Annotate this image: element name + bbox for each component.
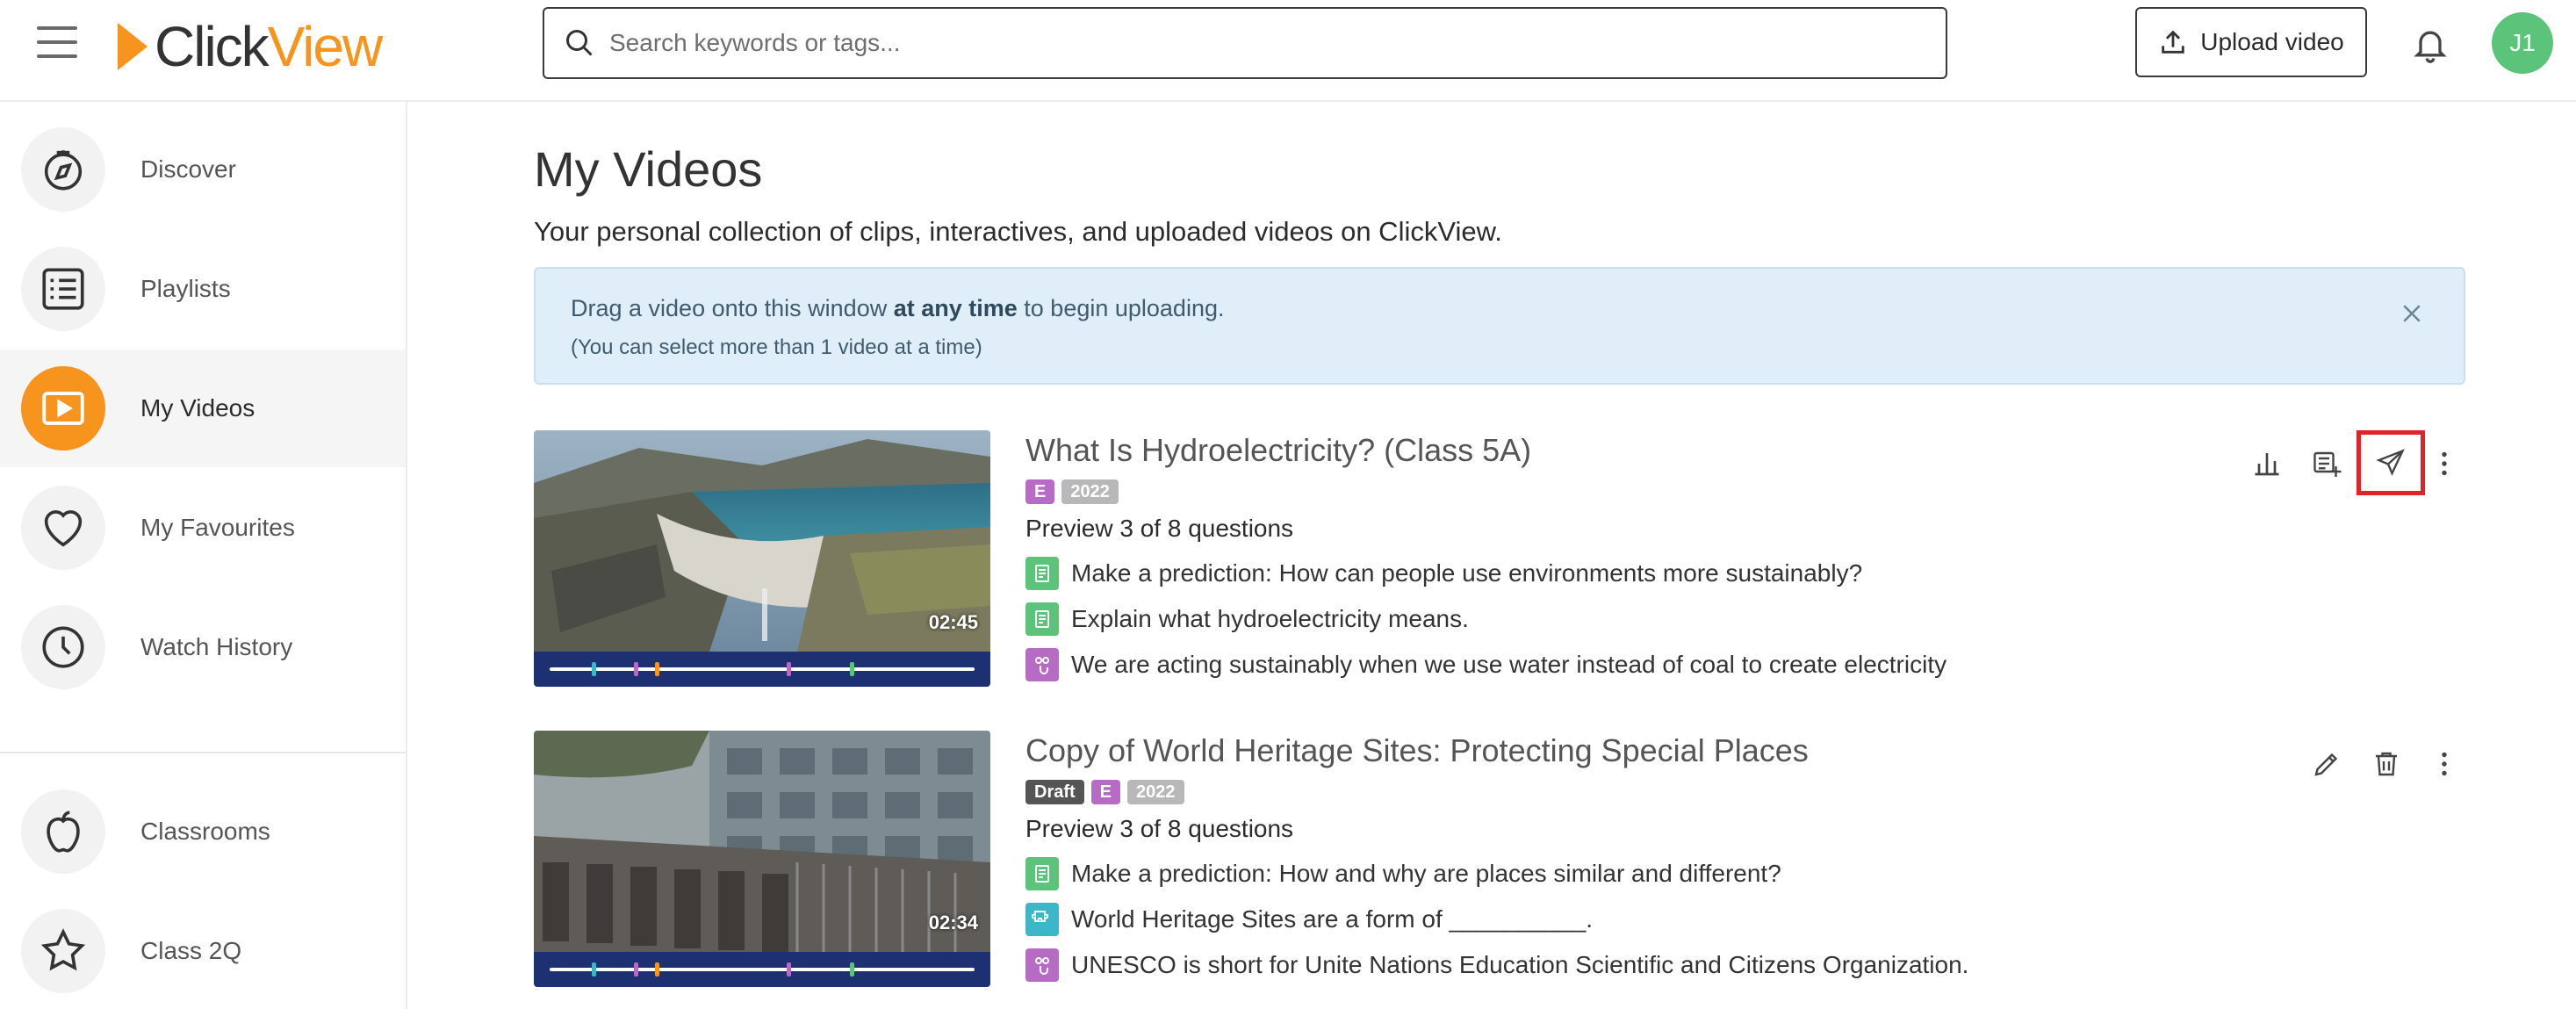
search-bar[interactable] bbox=[543, 7, 1947, 79]
badge-year: 2022 bbox=[1061, 479, 1119, 504]
sidebar-item-watch-history[interactable]: Watch History bbox=[0, 588, 406, 706]
video-item: 02:34 Copy of World Heritage Sites: Prot… bbox=[534, 731, 2465, 994]
question-item[interactable]: World Heritage Sites are a form of _____… bbox=[1025, 903, 1593, 936]
bell-icon[interactable] bbox=[2411, 23, 2450, 65]
clickview-logo[interactable]: ClickView bbox=[118, 16, 383, 77]
video-duration: 02:45 bbox=[928, 611, 978, 633]
text-question-icon bbox=[1025, 557, 1059, 590]
upload-info-banner: Drag a video onto this window at any tim… bbox=[534, 267, 2465, 385]
search-icon bbox=[566, 30, 593, 56]
question-item[interactable]: Explain what hydroelectricity means. bbox=[1025, 602, 1469, 636]
bar-chart-icon bbox=[2255, 453, 2279, 476]
badge-rating: E bbox=[1025, 479, 1055, 504]
logo-play-icon bbox=[118, 23, 148, 70]
true-false-question-icon bbox=[1025, 948, 1059, 982]
send-icon bbox=[2376, 449, 2405, 476]
top-header: ClickView Upload video J1 bbox=[0, 0, 2576, 102]
video-thumbnail[interactable]: 02:45 bbox=[534, 430, 990, 687]
delete-button[interactable] bbox=[2362, 739, 2411, 789]
question-item[interactable]: Make a prediction: How and why are place… bbox=[1025, 857, 1781, 890]
text-question-icon bbox=[1025, 857, 1059, 890]
question-item[interactable]: Make a prediction: How can people use en… bbox=[1025, 557, 1862, 590]
badge-rating: E bbox=[1090, 780, 1121, 804]
sidebar-item-classrooms[interactable]: Classrooms bbox=[0, 773, 406, 890]
more-options-button[interactable] bbox=[2420, 739, 2469, 789]
question-item[interactable]: We are acting sustainably when we use wa… bbox=[1025, 648, 1946, 681]
pencil-icon bbox=[2314, 753, 2338, 776]
add-to-playlist-button[interactable] bbox=[2302, 439, 2351, 488]
upload-icon bbox=[2162, 30, 2185, 54]
badge-draft: Draft bbox=[1025, 780, 1084, 804]
video-thumbnail[interactable]: 02:34 bbox=[534, 731, 990, 987]
text-question-icon bbox=[1025, 602, 1059, 636]
trash-icon bbox=[2376, 752, 2397, 776]
unesco-thumbnail-image bbox=[534, 731, 990, 952]
heart-icon bbox=[44, 510, 83, 547]
true-false-question-icon bbox=[1025, 648, 1059, 681]
search-input[interactable] bbox=[609, 29, 1926, 57]
kebab-menu-icon bbox=[2442, 752, 2447, 776]
sidebar-divider bbox=[0, 752, 406, 753]
analytics-button[interactable] bbox=[2242, 439, 2292, 488]
close-icon[interactable] bbox=[2399, 300, 2425, 327]
more-options-button[interactable] bbox=[2420, 439, 2469, 488]
dam-thumbnail-image bbox=[534, 430, 990, 652]
play-icon bbox=[42, 392, 84, 425]
apple-icon bbox=[47, 811, 80, 853]
question-timeline bbox=[534, 652, 990, 687]
sidebar-item-my-favourites[interactable]: My Favourites bbox=[0, 469, 406, 587]
sidebar-item-class-2q[interactable]: Class 2Q bbox=[0, 892, 406, 1009]
video-title[interactable]: Copy of World Heritage Sites: Protecting… bbox=[1025, 732, 1809, 769]
user-avatar[interactable]: J1 bbox=[2492, 12, 2553, 74]
compass-icon bbox=[44, 150, 83, 191]
fill-blank-question-icon bbox=[1025, 903, 1059, 936]
sidebar-item-playlists[interactable]: Playlists bbox=[0, 230, 406, 348]
question-item[interactable]: UNESCO is short for Unite Nations Educat… bbox=[1025, 948, 1968, 982]
sidebar: Discover Playlists My Videos My Favourit… bbox=[0, 102, 407, 1009]
preview-label: Preview 3 of 8 questions bbox=[1025, 515, 1294, 542]
share-button[interactable] bbox=[2357, 430, 2425, 495]
question-timeline bbox=[534, 952, 990, 987]
sidebar-item-my-videos[interactable]: My Videos bbox=[0, 350, 406, 467]
page-title: My Videos bbox=[534, 141, 763, 197]
menu-icon[interactable] bbox=[37, 26, 77, 58]
video-duration: 02:34 bbox=[928, 912, 978, 933]
edit-button[interactable] bbox=[2302, 739, 2351, 789]
badge-year: 2022 bbox=[1127, 780, 1184, 804]
preview-label: Preview 3 of 8 questions bbox=[1025, 815, 1294, 842]
page-subtitle: Your personal collection of clips, inter… bbox=[534, 216, 1502, 247]
clock-icon bbox=[42, 626, 84, 668]
star-icon bbox=[40, 928, 86, 971]
video-item: 02:45 What Is Hydroelectricity? (Class 5… bbox=[534, 430, 2465, 694]
kebab-menu-icon bbox=[2442, 451, 2447, 476]
video-title[interactable]: What Is Hydroelectricity? (Class 5A) bbox=[1025, 432, 1531, 469]
add-to-list-icon bbox=[2313, 451, 2342, 477]
upload-video-button[interactable]: Upload video bbox=[2135, 7, 2367, 77]
list-icon bbox=[42, 268, 84, 310]
sidebar-item-discover[interactable]: Discover bbox=[0, 111, 406, 228]
